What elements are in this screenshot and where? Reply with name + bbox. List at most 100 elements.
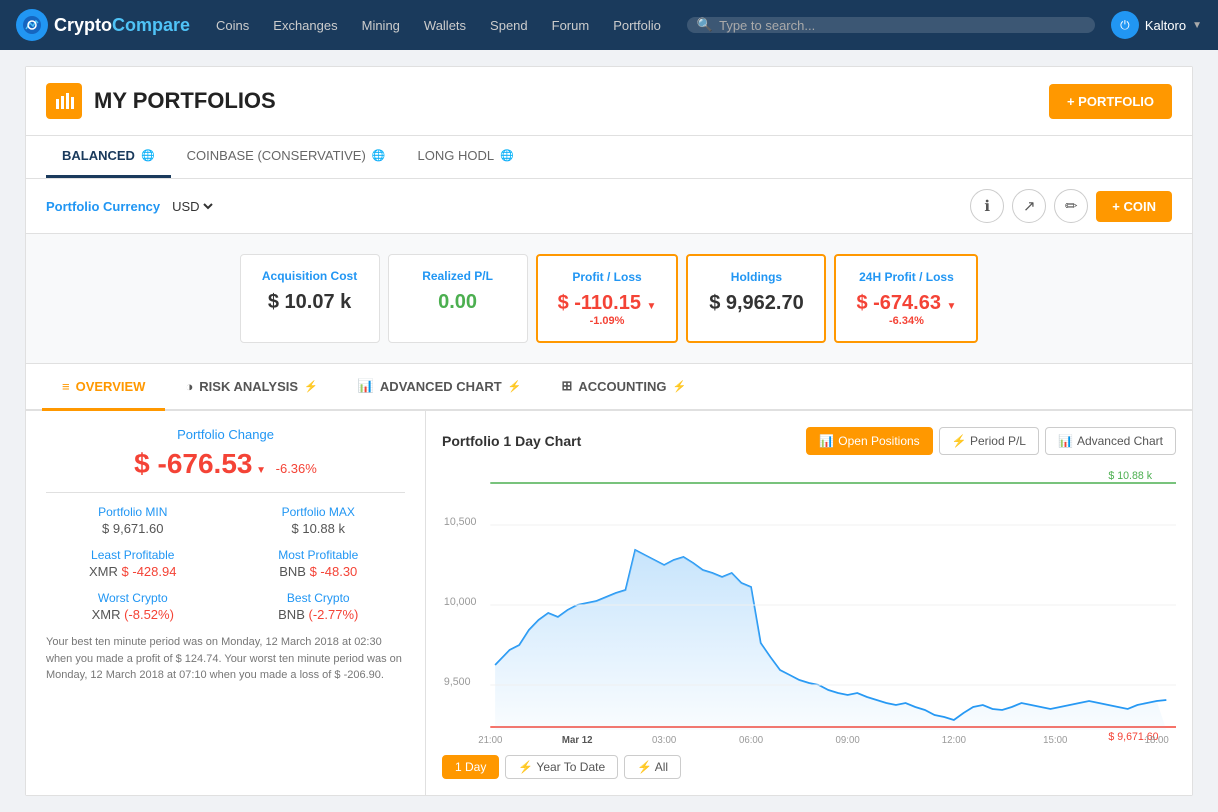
svg-text:15:00: 15:00: [1043, 735, 1068, 745]
control-buttons: ℹ ↗ ✏ + COIN: [970, 189, 1172, 223]
tab-accounting-label: ACCOUNTING: [578, 379, 666, 394]
best-crypto-pct: (-2.77%): [309, 607, 359, 622]
portfolio-max-value: $ 10.88 k: [232, 521, 406, 536]
navbar: CryptoCompare Coins Exchanges Mining Wal…: [0, 0, 1218, 50]
stat-profit-loss: Profit / Loss $ -110.15 ▼ -1.09%: [536, 254, 679, 343]
overview-icon: ≡: [62, 379, 70, 394]
tab-long-hodl[interactable]: LONG HODL 🌐: [402, 136, 530, 178]
tab-advanced-label: ADVANCED CHART: [380, 379, 502, 394]
search-bar: 🔍: [687, 17, 1095, 33]
adv-chart-icon: 📊: [1058, 434, 1073, 448]
search-input[interactable]: [719, 18, 1085, 33]
page-header: MY PORTFOLIOS + PORTFOLIO: [26, 67, 1192, 136]
search-icon: 🔍: [697, 17, 713, 33]
most-profitable-coin: BNB $ -48.30: [232, 564, 406, 579]
worst-crypto: Worst Crypto XMR (-8.52%): [46, 591, 220, 622]
24h-arrow-icon: ▼: [947, 301, 957, 312]
risk-icon: ◑: [185, 379, 193, 394]
main-tabs-bar: ≡ OVERVIEW ◑ RISK ANALYSIS ⚡ 📊 ADVANCED …: [26, 364, 1192, 411]
most-profitable: Most Profitable BNB $ -48.30: [232, 548, 406, 579]
globe-icon-1: 🌐: [372, 149, 386, 162]
nav-spend[interactable]: Spend: [480, 0, 538, 50]
logo[interactable]: CryptoCompare: [16, 9, 190, 41]
nav-wallets[interactable]: Wallets: [414, 0, 476, 50]
main-content: MY PORTFOLIOS + PORTFOLIO BALANCED 🌐 COI…: [9, 50, 1209, 812]
tab-balanced[interactable]: BALANCED 🌐: [46, 136, 171, 178]
stat-holdings-label: Holdings: [708, 270, 804, 284]
stat-acquisition-cost: Acquisition Cost $ 10.07 k: [240, 254, 380, 343]
svg-text:12:00: 12:00: [942, 735, 967, 745]
most-profitable-label: Most Profitable: [232, 548, 406, 562]
portfolio-change-title: Portfolio Change: [46, 427, 405, 442]
time-1day-button[interactable]: 1 Day: [442, 755, 499, 779]
chevron-down-icon: ▼: [1192, 20, 1202, 31]
info-button[interactable]: ℹ: [970, 189, 1004, 223]
stat-pl-sub: -1.09%: [558, 315, 657, 327]
portfolio-change-value: $ -676.53 ▼ -6.36%: [46, 448, 405, 480]
page-header-left: MY PORTFOLIOS: [46, 83, 276, 119]
nav-forum[interactable]: Forum: [542, 0, 600, 50]
username: Kaltoro: [1145, 18, 1186, 33]
best-crypto-coin: BNB (-2.77%): [232, 607, 406, 622]
content-area: Portfolio Change $ -676.53 ▼ -6.36% Port…: [26, 411, 1192, 795]
add-coin-button[interactable]: + COIN: [1096, 191, 1172, 222]
svg-text:9,500: 9,500: [444, 676, 471, 688]
open-positions-button[interactable]: 📊 Open Positions: [806, 427, 932, 455]
nav-mining[interactable]: Mining: [352, 0, 410, 50]
currency-dropdown[interactable]: USD EUR BTC: [168, 198, 216, 215]
tab-overview[interactable]: ≡ OVERVIEW: [42, 364, 165, 411]
portfolio-max-label: Portfolio MAX: [232, 505, 406, 519]
period-pl-button[interactable]: ⚡ Period P/L: [939, 427, 1039, 455]
nav-portfolio[interactable]: Portfolio: [603, 0, 671, 50]
best-crypto-label: Best Crypto: [232, 591, 406, 605]
worst-crypto-pct: (-8.52%): [124, 607, 174, 622]
worst-crypto-coin: XMR (-8.52%): [46, 607, 220, 622]
worst-crypto-label: Worst Crypto: [46, 591, 220, 605]
portfolio-tabs: BALANCED 🌐 COINBASE (CONSERVATIVE) 🌐 LON…: [26, 136, 1192, 179]
overview-stats-grid: Portfolio MIN $ 9,671.60 Portfolio MAX $…: [46, 505, 405, 536]
stats-row: Acquisition Cost $ 10.07 k Realized P/L …: [26, 234, 1192, 364]
change-value: $ -676.53: [134, 448, 252, 479]
overview-profit-grid: Least Profitable XMR $ -428.94 Most Prof…: [46, 548, 405, 579]
svg-text:10,000: 10,000: [444, 596, 476, 608]
advanced-chart-button[interactable]: 📊 Advanced Chart: [1045, 427, 1176, 455]
stat-acquisition-label: Acquisition Cost: [261, 269, 359, 283]
nav-coins[interactable]: Coins: [206, 0, 259, 50]
add-portfolio-button[interactable]: + PORTFOLIO: [1049, 84, 1172, 119]
time-ytd-button[interactable]: ⚡ Year To Date: [505, 755, 618, 779]
tab-risk-label: RISK ANALYSIS: [199, 379, 298, 394]
change-arrow-icon: ▼: [256, 465, 266, 476]
chart-icon: 📊: [819, 434, 834, 448]
stat-acquisition-value: $ 10.07 k: [261, 291, 359, 314]
user-menu[interactable]: ⏻ Kaltoro ▼: [1111, 11, 1202, 39]
overview-crypto-grid: Worst Crypto XMR (-8.52%) Best Crypto BN…: [46, 591, 405, 622]
portfolio-content: MY PORTFOLIOS + PORTFOLIO BALANCED 🌐 COI…: [25, 66, 1193, 796]
tab-coinbase[interactable]: COINBASE (CONSERVATIVE) 🌐: [171, 136, 402, 178]
nav-exchanges[interactable]: Exchanges: [263, 0, 347, 50]
chart-bolt-icon: ⚡: [508, 380, 522, 393]
accounting-bolt-icon: ⚡: [672, 380, 686, 393]
svg-text:18:00: 18:00: [1145, 735, 1170, 745]
page-title: MY PORTFOLIOS: [94, 88, 276, 114]
logo-compare: Compare: [112, 15, 190, 35]
chart-title: Portfolio 1 Day Chart: [442, 433, 581, 449]
time-all-button[interactable]: ⚡ All: [624, 755, 681, 779]
divider: [46, 492, 405, 493]
currency-selector[interactable]: Portfolio Currency USD EUR BTC: [46, 198, 216, 215]
tab-accounting[interactable]: ⊞ ACCOUNTING ⚡: [541, 364, 706, 411]
tab-advanced-chart[interactable]: 📊 ADVANCED CHART ⚡: [338, 364, 542, 411]
info-text: Your best ten minute period was on Monda…: [46, 634, 405, 684]
edit-button[interactable]: ✏: [1054, 189, 1088, 223]
stat-holdings-value: $ 9,962.70: [708, 292, 804, 315]
tab-risk-analysis[interactable]: ◑ RISK ANALYSIS ⚡: [165, 364, 337, 411]
portfolio-min: Portfolio MIN $ 9,671.60: [46, 505, 220, 536]
logo-crypto: Crypto: [54, 15, 112, 35]
share-button[interactable]: ↗: [1012, 189, 1046, 223]
stat-24h-sub: -6.34%: [856, 315, 956, 327]
least-profitable-value: $ -428.94: [122, 564, 177, 579]
most-profitable-value: $ -48.30: [310, 564, 358, 579]
stat-24h-label: 24H Profit / Loss: [856, 270, 956, 284]
chart-time-row: 1 Day ⚡ Year To Date ⚡ All: [442, 755, 1176, 779]
stat-24h-pl: 24H Profit / Loss $ -674.63 ▼ -6.34%: [834, 254, 978, 343]
stat-pl-label: Profit / Loss: [558, 270, 657, 284]
